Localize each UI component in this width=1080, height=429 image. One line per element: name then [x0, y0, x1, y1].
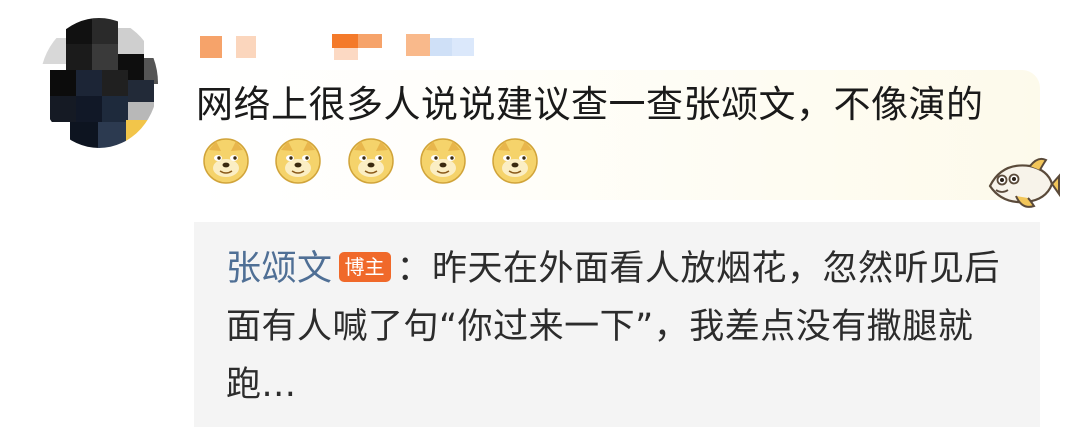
doge-emoji-icon	[347, 138, 394, 184]
doge-emoji-icon	[420, 138, 466, 184]
comment-body: 网络上很多人说说建议查一查张颂文，不像演的	[196, 76, 996, 192]
username-mosaic[interactable]	[198, 34, 498, 60]
author-link[interactable]: 张颂文	[226, 249, 333, 289]
avatar[interactable]	[40, 18, 158, 148]
doge-emoji-icon	[492, 138, 538, 184]
quoted-post: 张颂文 博主 ：昨天在外面看人放烟花，忽然听见后面有人喊了句“你过来一下”，我差点没…	[226, 240, 1016, 414]
doge-emoji-icon	[203, 138, 249, 184]
doge-emoji-icon	[275, 138, 322, 184]
blogger-badge: 博主	[338, 252, 391, 282]
quote-separator: ：	[396, 249, 433, 289]
fish-icon	[988, 157, 1060, 208]
comment-text: 网络上很多人说说建议查一查张颂文，不像演的	[196, 83, 984, 126]
emoji-group	[196, 138, 539, 184]
